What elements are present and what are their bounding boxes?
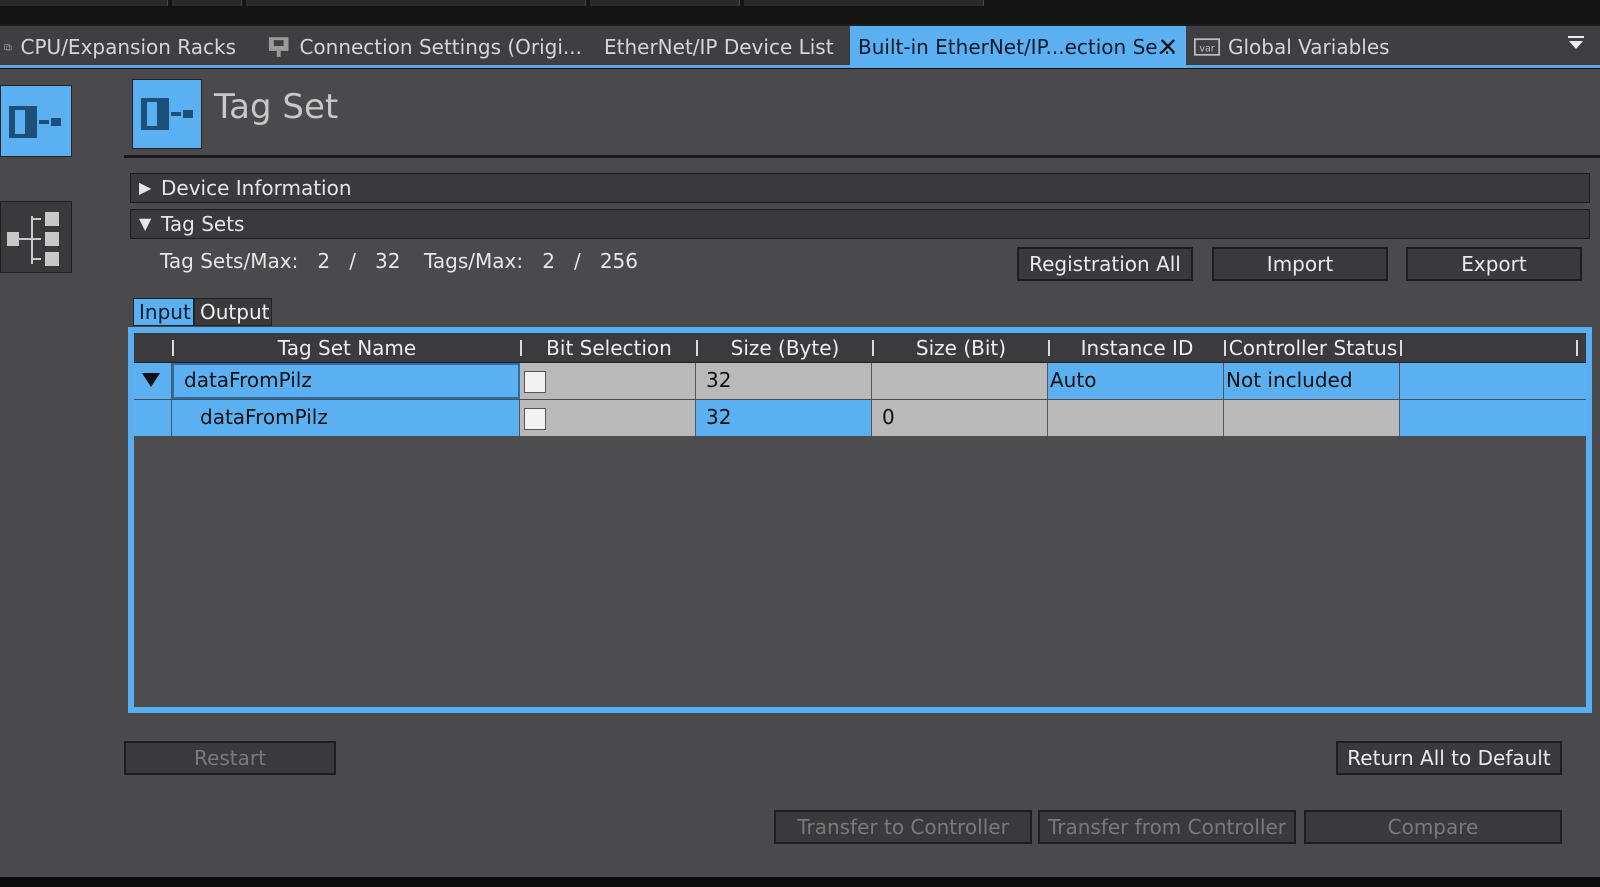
strip-segment [744,0,984,6]
controller-status-cell: Not included [1224,363,1400,399]
bit-selection-checkbox[interactable] [524,408,546,430]
tab-label: Global Variables [1228,35,1390,59]
section-label: Tag Sets [161,212,245,236]
tags-value: 2 [542,249,555,273]
tab-global-variables[interactable]: var Global Variables [1190,26,1410,68]
tab-label: EtherNet/IP Device List [604,35,834,59]
import-button[interactable]: Import [1212,247,1388,281]
svg-text:var: var [1199,43,1214,54]
tag-sets-max: 32 [375,249,401,273]
row-filler-cell [1400,400,1586,436]
tab-label: Connection Settings (Origi... [299,35,582,59]
return-all-to-default-button[interactable]: Return All to Default [1336,741,1562,775]
table-row[interactable]: dataFromPilz 32 Auto Not included [134,363,1586,399]
document-tab-bar: CPU/Expansion Racks Connection Settings … [0,26,1600,68]
tags-label: Tags/Max: [424,249,524,273]
controller-status-cell [1224,400,1400,436]
tag-set-icon [9,106,61,138]
collapse-arrow-icon [142,373,160,387]
column-header-size-bit[interactable]: Size (Bit) [874,333,1048,363]
connection-nav-button[interactable] [0,201,72,273]
var-icon: var [1194,38,1220,56]
device-information-section[interactable]: ▶ Device Information [130,173,1590,203]
tags-count: Tags/Max: 2 / 256 [424,249,638,273]
expand-arrow-icon: ▶ [139,178,152,197]
column-header-size-byte[interactable]: Size (Byte) [698,333,872,363]
slash: / [574,249,581,273]
tab-label: CPU/Expansion Racks [20,35,236,59]
slash: / [349,249,356,273]
column-header-tag-set-name[interactable]: Tag Set Name [174,333,520,363]
editor-main-area: Tag Set ▶ Device Information ▼ Tag Sets … [0,69,1600,877]
tab-input[interactable]: Input [133,298,194,326]
page-header-icon [132,79,202,149]
column-header-bit-selection[interactable]: Bit Selection [522,333,696,363]
tab-ethernet-ip-device-list[interactable]: EtherNet/IP Device List [600,26,836,68]
export-button[interactable]: Export [1406,247,1582,281]
transfer-to-controller-button[interactable]: Transfer to Controller [774,810,1032,844]
tag-name-cell[interactable]: dataFromPilz [172,400,520,436]
strip-segment [172,0,242,6]
page-title: Tag Set [214,87,339,127]
strip-segment [246,0,586,6]
tag-set-name-field[interactable]: dataFromPilz [172,363,520,399]
instance-id-cell [1048,400,1224,436]
column-header-controller-status[interactable]: Controller Status [1226,333,1400,363]
close-icon[interactable]: ✕ [1158,26,1178,68]
restart-button[interactable]: Restart [124,741,336,775]
title-divider [124,155,1600,158]
strip-segment [0,0,168,6]
tag-set-nav-button[interactable] [0,85,72,157]
tag-sets-count: Tag Sets/Max: 2 / 32 [160,249,400,273]
tag-set-icon [141,98,193,130]
tab-output[interactable]: Output [194,298,272,326]
connection-tree-icon [7,212,59,266]
transfer-from-controller-button[interactable]: Transfer from Controller [1038,810,1296,844]
tags-max: 256 [599,249,639,273]
registration-all-button[interactable]: Registration All [1017,247,1193,281]
column-header-instance-id[interactable]: Instance ID [1050,333,1224,363]
bit-selection-cell [520,400,696,436]
size-byte-cell[interactable]: 32 [696,400,872,436]
connection-icon [268,37,289,57]
tag-set-table: Tag Set Name Bit Selection Size (Byte) S… [134,333,1586,707]
column-separator [1400,340,1402,356]
instance-id-cell[interactable]: Auto [1048,363,1224,399]
row-filler-cell [1400,363,1586,399]
tag-sets-section[interactable]: ▼ Tag Sets [130,209,1590,239]
left-navigation [0,69,80,877]
size-bit-cell[interactable] [872,363,1048,399]
section-label: Device Information [161,176,352,200]
strip-segment [590,0,740,6]
tab-list-dropdown-icon[interactable] [1568,36,1584,50]
tag-sets-label: Tag Sets/Max: [160,249,299,273]
bit-selection-checkbox[interactable] [524,371,546,393]
tag-sets-value: 2 [317,249,331,273]
window-top-strip [0,0,1600,26]
tab-cpu-expansion-racks[interactable]: CPU/Expansion Racks [0,26,236,68]
tag-set-table-frame: Tag Set Name Bit Selection Size (Byte) S… [128,327,1592,713]
bit-selection-cell [520,363,696,399]
row-expander-cell [134,400,172,436]
size-bit-cell[interactable]: 0 [872,400,1048,436]
collapse-arrow-icon: ▼ [139,214,152,233]
compare-button[interactable]: Compare [1304,810,1562,844]
tab-label: Built-in EtherNet/IP...ection Se... [858,35,1177,59]
tab-connection-settings[interactable]: Connection Settings (Origi... [262,26,582,68]
table-header: Tag Set Name Bit Selection Size (Byte) S… [134,333,1586,363]
tab-built-in-ethernet-ip[interactable]: Built-in EtherNet/IP...ection Se... ✕ [850,26,1186,68]
row-expander-cell[interactable] [134,363,172,399]
column-separator [1576,340,1578,356]
rack-icon [4,44,12,51]
table-row[interactable]: dataFromPilz 32 0 [134,400,1586,436]
size-byte-cell[interactable]: 32 [696,363,872,399]
